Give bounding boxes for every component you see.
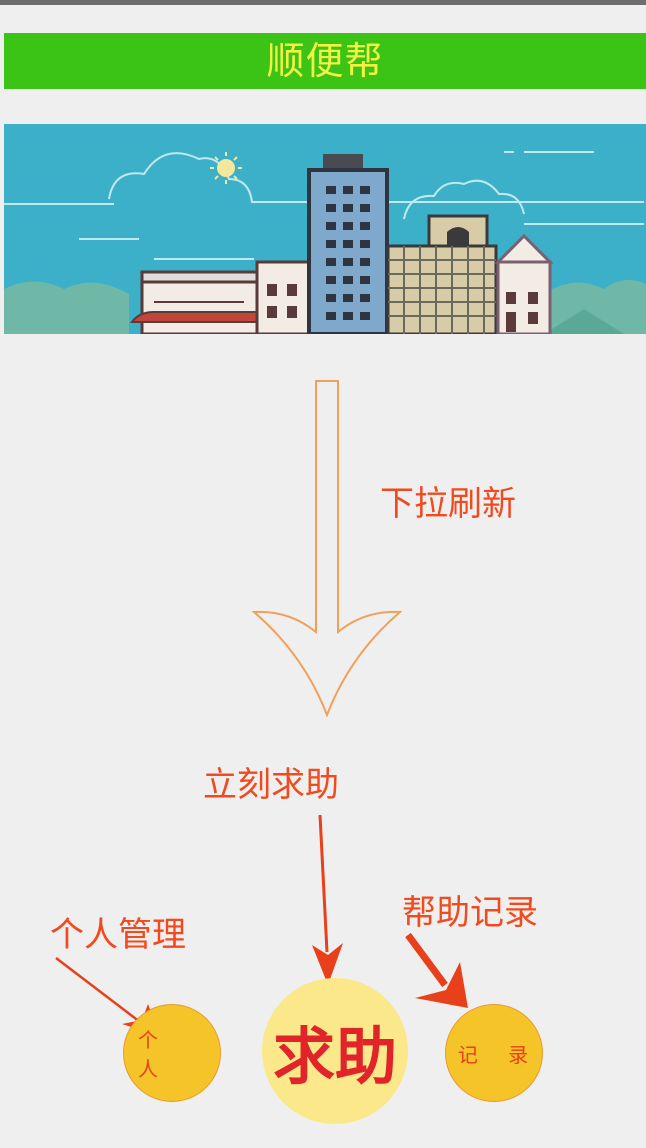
arrow-to-record-icon — [405, 932, 468, 1008]
city-banner-image — [4, 124, 646, 334]
status-strip — [0, 0, 646, 5]
title-bar: 顺便帮 — [4, 33, 646, 89]
help-button-label: 求助 — [272, 1020, 397, 1093]
personal-management-annotation: 个人管理 — [50, 915, 186, 955]
app-title: 顺便帮 — [266, 39, 384, 83]
arrow-to-help-icon — [312, 814, 343, 985]
help-button[interactable]: 求助 — [262, 978, 408, 1124]
record-button[interactable]: 记 录 — [445, 1004, 543, 1102]
help-records-annotation: 帮助记录 — [402, 893, 538, 933]
personal-button-label: 个 人 — [138, 1028, 174, 1081]
personal-button[interactable]: 个 人 — [123, 1004, 221, 1102]
record-button-label: 记 录 — [457, 1042, 541, 1067]
help-now-annotation: 立刻求助 — [203, 765, 339, 805]
pull-refresh-annotation: 下拉刷新 — [380, 484, 516, 524]
pull-down-arrow-icon — [251, 380, 403, 718]
